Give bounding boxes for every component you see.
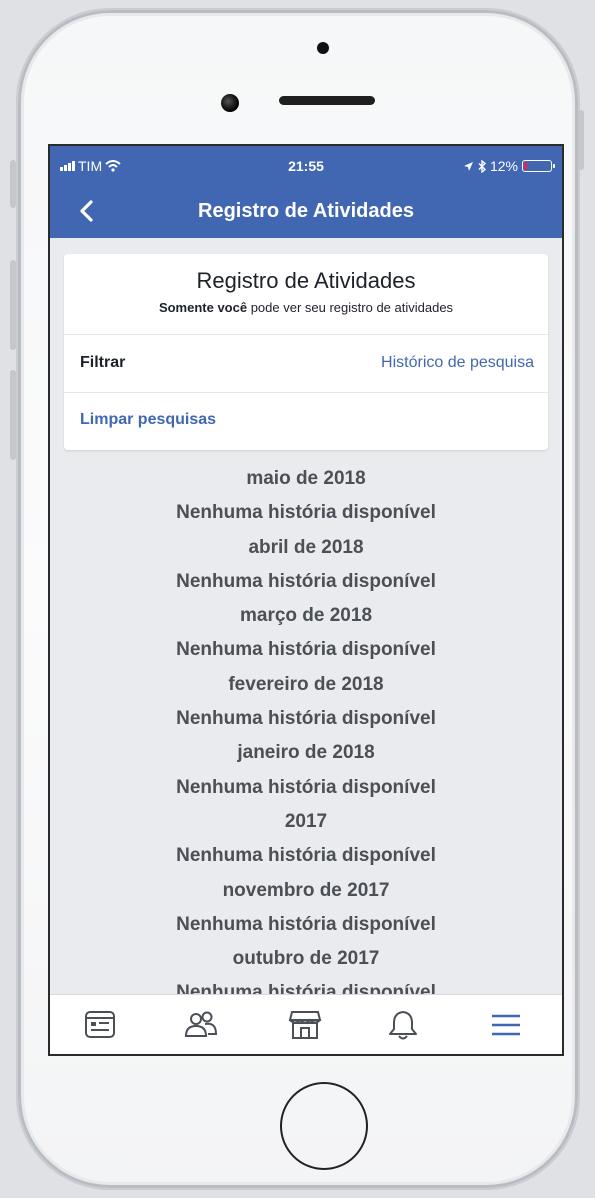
subtitle-rest: pode ver seu registro de atividades [247, 300, 454, 315]
tab-friends[interactable] [181, 1007, 221, 1043]
filter-row[interactable]: Filtrar Histórico de pesquisa [64, 334, 548, 390]
volume-down-button [10, 370, 16, 460]
history-period: 2017 [284, 810, 328, 832]
status-bar: TIM 21:55 12% [50, 146, 562, 186]
notifications-bell-icon [389, 1011, 417, 1040]
earpiece-speaker [279, 96, 375, 105]
phone-screen: TIM 21:55 12% Registro de Atividades Reg… [50, 146, 562, 1054]
history-empty-message: Nenhuma história disponível [176, 570, 436, 592]
top-navigation-bar: TIM 21:55 12% Registro de Atividades [50, 146, 562, 238]
tab-menu[interactable] [486, 1007, 526, 1043]
history-empty-message: Nenhuma história disponível [176, 776, 436, 798]
history-period: novembro de 2017 [222, 879, 390, 901]
volume-up-button [10, 260, 16, 350]
tab-news-feed[interactable] [80, 1007, 120, 1043]
battery-percent: 12% [489, 158, 518, 174]
bottom-tab-bar [50, 994, 562, 1054]
card-title: Registro de Atividades [196, 268, 416, 293]
card-subtitle: Somente você pode ver seu registro de at… [64, 300, 548, 315]
power-button [578, 110, 584, 170]
history-period: janeiro de 2018 [237, 742, 375, 764]
history-period: abril de 2018 [248, 536, 364, 558]
history-period: fevereiro de 2018 [228, 673, 384, 695]
clear-searches-link[interactable]: Limpar pesquisas [80, 411, 216, 429]
home-button[interactable] [280, 1082, 368, 1170]
history-empty-message: Nenhuma história disponível [176, 845, 436, 867]
tab-marketplace[interactable] [285, 1007, 325, 1043]
battery-icon [522, 160, 555, 172]
tab-notifications[interactable] [383, 1007, 423, 1043]
page-title: Registro de Atividades [198, 200, 414, 222]
filter-selector[interactable]: Histórico de pesquisa [381, 354, 534, 372]
history-period: outubro de 2017 [232, 948, 380, 970]
history-period: março de 2018 [239, 605, 373, 627]
activity-log-card: Registro de Atividades Somente você pode… [64, 254, 548, 450]
menu-hamburger-icon [492, 1014, 520, 1036]
news-feed-icon [85, 1011, 115, 1038]
front-camera [221, 94, 239, 112]
bluetooth-icon [478, 159, 486, 173]
history-period: maio de 2018 [246, 468, 366, 489]
history-empty-message: Nenhuma história disponível [176, 502, 436, 524]
clear-searches-row[interactable]: Limpar pesquisas [64, 392, 548, 448]
history-empty-message: Nenhuma história disponível [176, 913, 436, 935]
marketplace-icon [288, 1011, 322, 1039]
status-right: 12% [463, 158, 555, 174]
history-empty-message: Nenhuma história disponível [176, 639, 436, 661]
filter-label: Filtrar [80, 354, 126, 371]
subtitle-bold: Somente você [158, 300, 248, 315]
proximity-sensor [317, 42, 329, 54]
history-list: maio de 2018 Nenhuma história disponível… [50, 462, 562, 1011]
history-empty-message: Nenhuma história disponível [176, 708, 436, 730]
mute-switch [10, 160, 16, 208]
location-arrow-icon [463, 161, 473, 171]
friends-icon [184, 1011, 218, 1037]
